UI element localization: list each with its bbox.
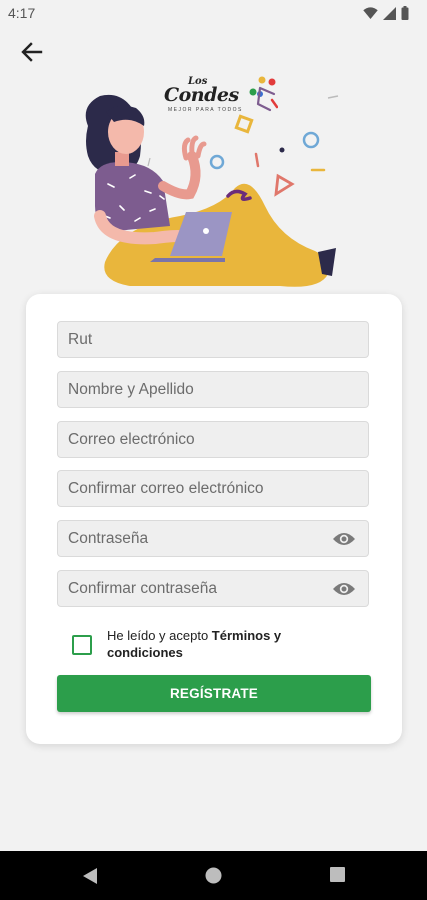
status-time: 4:17 [8, 5, 36, 21]
email-input[interactable] [58, 422, 368, 457]
nav-home-icon[interactable] [205, 867, 222, 884]
back-button[interactable] [14, 36, 50, 68]
status-icons [363, 6, 409, 20]
eye-icon[interactable] [332, 580, 356, 598]
logo-line2: Condes [164, 84, 239, 106]
name-input[interactable] [58, 372, 368, 407]
hero-illustration: Los Condes MEJOR PARA TODOS [60, 66, 360, 296]
password-field [57, 520, 369, 557]
los-condes-logo: Los Condes MEJOR PARA TODOS [164, 74, 304, 124]
logo-mark-icon [249, 76, 278, 112]
nav-recents-icon[interactable] [330, 867, 345, 882]
email-field [57, 421, 369, 458]
rut-input[interactable] [58, 322, 368, 357]
email-confirm-field [57, 470, 369, 507]
terms-checkbox[interactable] [72, 635, 92, 655]
navigation-bar [0, 851, 427, 900]
registration-form-card: He leído y acepto Términos y condiciones… [26, 294, 402, 744]
rut-field [57, 321, 369, 358]
status-bar: 4:17 [0, 0, 427, 26]
terms-prefix: He leído y acepto [107, 628, 212, 643]
eye-icon[interactable] [332, 530, 356, 548]
password-input[interactable] [58, 521, 368, 556]
wifi-icon [363, 6, 378, 19]
password-confirm-field [57, 570, 369, 607]
terms-text: He leído y acepto Términos y condiciones [107, 627, 337, 661]
battery-icon [401, 6, 409, 20]
name-field [57, 371, 369, 408]
register-button[interactable]: REGÍSTRATE [57, 675, 371, 712]
email-confirm-input[interactable] [58, 471, 368, 506]
terms-row: He leído y acepto Términos y condiciones [72, 627, 352, 667]
arrow-left-icon [21, 42, 43, 62]
logo-tagline: MEJOR PARA TODOS [168, 107, 243, 113]
password-confirm-input[interactable] [58, 571, 368, 606]
nav-back-icon[interactable] [82, 867, 98, 885]
signal-icon [383, 6, 396, 20]
